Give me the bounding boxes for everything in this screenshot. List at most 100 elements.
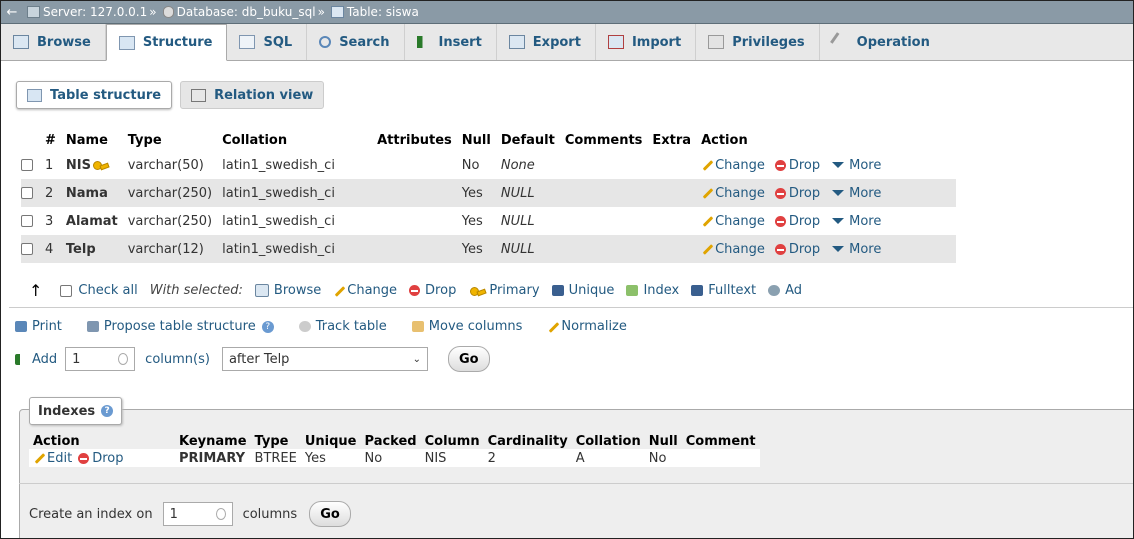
primary-key-icon: [93, 160, 107, 170]
columns-unit-label: columns: [242, 506, 298, 522]
breadcrumb-server[interactable]: Server: 127.0.0.1: [43, 5, 147, 19]
column-name: Telp: [60, 235, 123, 263]
column-extra: [647, 207, 697, 235]
indexes-legend: Indexes?: [29, 397, 123, 425]
button-label: Primary: [489, 283, 540, 298]
fulltext-selected-button[interactable]: Fulltext: [691, 283, 756, 298]
subtabs: Table structure Relation view: [16, 81, 325, 109]
breadcrumb-separator: »: [149, 5, 157, 19]
tab-insert[interactable]: Insert: [405, 24, 497, 60]
drop-link[interactable]: Drop: [789, 158, 820, 173]
drop-selected-button[interactable]: Drop: [409, 283, 456, 298]
create-index-label: Create an index on: [29, 506, 153, 522]
column-position-select[interactable]: after Telp ⌄: [221, 347, 428, 371]
breadcrumb-database[interactable]: Database: db_buku_sql: [177, 5, 316, 19]
drop-icon: [774, 159, 786, 171]
row-checkbox[interactable]: [21, 187, 33, 199]
insert-icon: [416, 36, 431, 48]
help-icon[interactable]: ?: [101, 405, 114, 417]
tab-search[interactable]: Search: [307, 24, 405, 60]
add-column-row: Add 1 column(s) after Telp ⌄ Go: [15, 346, 490, 372]
link-label: Propose table structure: [103, 319, 256, 334]
tab-label: Privileges: [732, 34, 805, 50]
change-link[interactable]: Change: [715, 214, 765, 229]
row-checkbox[interactable]: [21, 243, 33, 255]
drop-index-link[interactable]: Drop: [92, 451, 123, 466]
table-row: 1 NIS varchar(50) latin1_swedish_ci No N…: [21, 151, 957, 179]
tab-browse[interactable]: Browse: [1, 24, 106, 60]
add-selected-button[interactable]: Ad: [768, 283, 802, 298]
spinner-icon[interactable]: [118, 353, 129, 365]
column-null: No: [456, 151, 496, 179]
more-link[interactable]: More: [849, 214, 881, 229]
tab-privileges[interactable]: Privileges: [696, 24, 820, 60]
drop-icon: [409, 285, 421, 296]
relation-icon: [191, 88, 207, 102]
drop-link[interactable]: Drop: [789, 242, 820, 257]
help-icon[interactable]: ?: [261, 320, 274, 333]
button-label: Ad: [785, 283, 803, 298]
drop-link[interactable]: Drop: [789, 186, 820, 201]
column-attributes: [372, 207, 457, 235]
normalize-link[interactable]: Normalize: [547, 319, 626, 334]
input-value: 1: [72, 351, 81, 367]
col-header: Unique: [300, 433, 361, 449]
index-selected-button[interactable]: Index: [626, 283, 679, 298]
track-table-link[interactable]: Track table: [298, 319, 387, 334]
column-count-input[interactable]: 1: [65, 347, 136, 371]
table-row: 2 Nama varchar(250) latin1_swedish_ci Ye…: [21, 179, 957, 207]
column-type: varchar(50): [122, 151, 218, 179]
more-link[interactable]: More: [849, 186, 881, 201]
more-link[interactable]: More: [849, 242, 881, 257]
legend-label: Indexes: [38, 403, 96, 419]
printer-icon: [15, 321, 27, 332]
row-checkbox[interactable]: [21, 159, 33, 171]
move-columns-link[interactable]: Move columns: [411, 319, 522, 334]
breadcrumb-table[interactable]: Table: siswa: [347, 5, 419, 19]
column-comments: [559, 151, 648, 179]
back-arrow-icon[interactable]: ←: [1, 5, 23, 20]
print-link[interactable]: Print: [15, 319, 62, 334]
column-null: Yes: [456, 207, 496, 235]
go-button[interactable]: Go: [447, 346, 490, 372]
column-attributes: [372, 151, 457, 179]
subtab-relation-view[interactable]: Relation view: [180, 81, 325, 109]
primary-selected-button[interactable]: Primary: [468, 283, 540, 298]
propose-structure-link[interactable]: Propose table structure?: [86, 319, 274, 334]
tab-structure[interactable]: Structure: [105, 24, 228, 61]
row-checkbox[interactable]: [21, 215, 33, 227]
change-link[interactable]: Change: [715, 242, 765, 257]
with-selected-bar: ↑ Check all With selected: Browse Change…: [29, 281, 814, 300]
tab-import[interactable]: Import: [596, 24, 697, 60]
col-header: Default: [495, 129, 560, 151]
col-header: Null: [644, 433, 682, 449]
edit-index-link[interactable]: Edit: [47, 451, 72, 466]
more-link[interactable]: More: [849, 158, 881, 173]
tab-operations[interactable]: Operation: [820, 24, 944, 60]
col-header: Cardinality: [483, 433, 572, 449]
change-link[interactable]: Change: [715, 158, 765, 173]
browse-selected-button[interactable]: Browse: [254, 283, 321, 298]
column-type: varchar(250): [122, 179, 218, 207]
change-selected-button[interactable]: Change: [333, 283, 397, 298]
index-column: NIS: [420, 449, 484, 467]
spinner-icon[interactable]: [215, 508, 226, 520]
change-link[interactable]: Change: [715, 186, 765, 201]
unique-selected-button[interactable]: Unique: [551, 283, 614, 298]
subtab-table-structure[interactable]: Table structure: [16, 81, 173, 109]
go-button[interactable]: Go: [309, 501, 351, 527]
top-tabs: Browse Structure SQL Search Insert Expor…: [1, 24, 1133, 61]
tab-sql[interactable]: SQL: [227, 24, 308, 60]
check-all-checkbox[interactable]: [60, 284, 73, 297]
tab-export[interactable]: Export: [497, 24, 596, 60]
search-icon: [319, 36, 332, 48]
check-all[interactable]: Check all: [60, 283, 138, 298]
select-value: after Telp: [228, 351, 290, 367]
index-column-count-input[interactable]: 1: [162, 502, 233, 526]
columns-unit-label: column(s): [145, 351, 210, 367]
column-default: NULL: [495, 207, 560, 235]
server-icon: [27, 6, 40, 18]
col-header: Collation: [217, 129, 373, 151]
insert-icon: [15, 353, 27, 365]
drop-link[interactable]: Drop: [789, 214, 820, 229]
